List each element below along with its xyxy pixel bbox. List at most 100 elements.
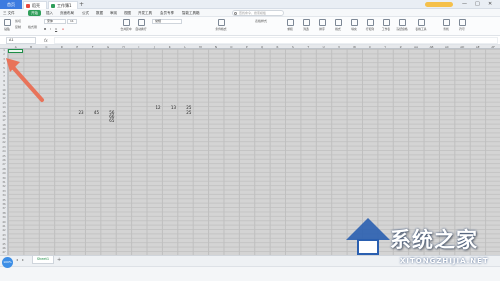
- row-col-icon: [366, 19, 374, 26]
- menu-member[interactable]: 会员专享: [160, 9, 174, 17]
- menu-formula[interactable]: 公式: [82, 9, 89, 17]
- merge-center-button[interactable]: 合并居中: [120, 19, 132, 31]
- sort-icon: [318, 19, 326, 26]
- freeze-icon: [398, 19, 406, 26]
- home-tab[interactable]: 首页: [0, 0, 22, 9]
- column-header[interactable]: Y: [378, 45, 393, 49]
- column-header[interactable]: AC: [439, 45, 454, 49]
- column-header[interactable]: S: [285, 45, 300, 49]
- column-header[interactable]: H: [116, 45, 131, 49]
- menu-file[interactable]: 三 文件: [3, 9, 15, 17]
- menu-data[interactable]: 数据: [96, 9, 103, 17]
- freeze-panes-button[interactable]: 冻结窗格: [396, 19, 408, 31]
- copy-button[interactable]: 复制: [15, 25, 21, 29]
- menu-home[interactable]: 开始: [28, 10, 41, 16]
- column-header[interactable]: M: [193, 45, 208, 49]
- worksheet-button[interactable]: 工作表: [380, 19, 392, 31]
- column-header[interactable]: Z: [393, 45, 408, 49]
- minimize-button[interactable]: —: [462, 0, 467, 9]
- table-style-button[interactable]: 表格样式: [255, 19, 267, 23]
- column-header[interactable]: AB: [424, 45, 439, 49]
- column-header[interactable]: I: [131, 45, 146, 49]
- new-tab-button[interactable]: +: [79, 0, 84, 9]
- wrap-label: 自动换行: [135, 27, 147, 31]
- column-header[interactable]: E: [70, 45, 85, 49]
- sort-button[interactable]: 排序: [316, 19, 328, 31]
- menu-review[interactable]: 审阅: [110, 9, 117, 17]
- cut-button[interactable]: 剪切: [15, 19, 21, 23]
- column-header[interactable]: R: [270, 45, 285, 49]
- font-color-icon[interactable]: A: [62, 27, 64, 31]
- font-name-select[interactable]: 宋体: [44, 19, 66, 24]
- cell-value[interactable]: 25: [177, 110, 191, 115]
- menu-smart-tools[interactable]: 智能工具箱: [182, 9, 200, 17]
- column-header[interactable]: AD: [455, 45, 470, 49]
- format-painter-button[interactable]: 格式刷: [28, 25, 37, 29]
- sum-button[interactable]: 求和: [284, 19, 296, 31]
- column-header[interactable]: U: [316, 45, 331, 49]
- cell-value[interactable]: 23: [70, 110, 84, 115]
- worksheet-icon: [382, 19, 390, 26]
- menu-view[interactable]: 视图: [124, 9, 131, 17]
- column-header[interactable]: K: [162, 45, 177, 49]
- format-button[interactable]: 格式: [332, 19, 344, 31]
- wrap-text-button[interactable]: 自动换行: [135, 19, 147, 31]
- underline-icon[interactable]: U: [55, 27, 57, 31]
- menu-developer[interactable]: 开发工具: [138, 9, 152, 17]
- next-sheet-icon[interactable]: ▸: [22, 257, 24, 262]
- column-header[interactable]: N: [208, 45, 223, 49]
- font-size-select[interactable]: 11: [67, 19, 77, 24]
- add-sheet-button[interactable]: +: [57, 256, 61, 264]
- column-header[interactable]: F: [85, 45, 100, 49]
- column-header[interactable]: Q: [254, 45, 269, 49]
- prev-sheet-icon[interactable]: ◂: [16, 257, 18, 262]
- cell-value[interactable]: 13: [162, 105, 176, 110]
- sum-icon: [286, 19, 294, 26]
- ribbon-toolbar: 粘贴 剪切 复制 格式刷 宋体 11 B I U A 合并居中 自动换行 常规 …: [0, 17, 500, 36]
- close-button[interactable]: ✕: [488, 0, 492, 9]
- command-search[interactable]: 查找命令、搜索模板: [232, 10, 284, 16]
- fill-icon: [350, 19, 358, 26]
- filter-button[interactable]: 筛选: [300, 19, 312, 31]
- column-header[interactable]: W: [347, 45, 362, 49]
- row-col-button[interactable]: 行和列: [364, 19, 376, 31]
- bold-icon[interactable]: B: [44, 27, 46, 31]
- paste-icon: [3, 19, 11, 26]
- cell-value[interactable]: 45: [85, 110, 99, 115]
- maximize-button[interactable]: □: [475, 0, 480, 9]
- column-header[interactable]: P: [239, 45, 254, 49]
- symbol-button[interactable]: 符号: [456, 19, 468, 31]
- conditional-format-button[interactable]: 条件格式: [215, 19, 227, 31]
- column-header[interactable]: AA: [408, 45, 423, 49]
- find-button[interactable]: 查找: [440, 19, 452, 31]
- formula-input[interactable]: [54, 37, 498, 44]
- sort-label: 排序: [319, 27, 325, 31]
- tab-workbook[interactable]: 工作簿1: [48, 1, 78, 9]
- column-header[interactable]: J: [147, 45, 162, 49]
- user-badge[interactable]: [425, 2, 453, 7]
- menu-insert[interactable]: 插入: [46, 9, 53, 17]
- house-roof-shape: [346, 218, 390, 240]
- column-headers: A B C D E F G H I J K L M N O P Q R S T U V W X Y Z AA AB AC AD AE AF: [0, 45, 500, 49]
- number-format-select[interactable]: 常规: [152, 19, 182, 24]
- symbol-icon: [458, 19, 466, 26]
- sheet-tab-sheet1[interactable]: Sheet1: [32, 256, 54, 264]
- zoom-badge[interactable]: 100%: [2, 257, 13, 268]
- fill-button[interactable]: 填充: [348, 19, 360, 31]
- column-header[interactable]: O: [224, 45, 239, 49]
- column-header[interactable]: AE: [470, 45, 485, 49]
- table-tools-button[interactable]: 表格工具: [415, 19, 427, 31]
- cell-value[interactable]: 12: [147, 105, 161, 110]
- column-header[interactable]: V: [331, 45, 346, 49]
- tab-docer[interactable]: 稻壳: [23, 1, 47, 9]
- annotation-arrow: [6, 58, 44, 102]
- column-header[interactable]: AF: [485, 45, 500, 49]
- column-header[interactable]: X: [362, 45, 377, 49]
- italic-icon[interactable]: I: [50, 27, 51, 31]
- column-header[interactable]: L: [177, 45, 192, 49]
- cell-value[interactable]: 65: [100, 118, 114, 123]
- paste-button[interactable]: 粘贴: [1, 19, 13, 31]
- column-header[interactable]: G: [100, 45, 115, 49]
- column-header[interactable]: T: [301, 45, 316, 49]
- menu-page-layout[interactable]: 页面布局: [60, 9, 74, 17]
